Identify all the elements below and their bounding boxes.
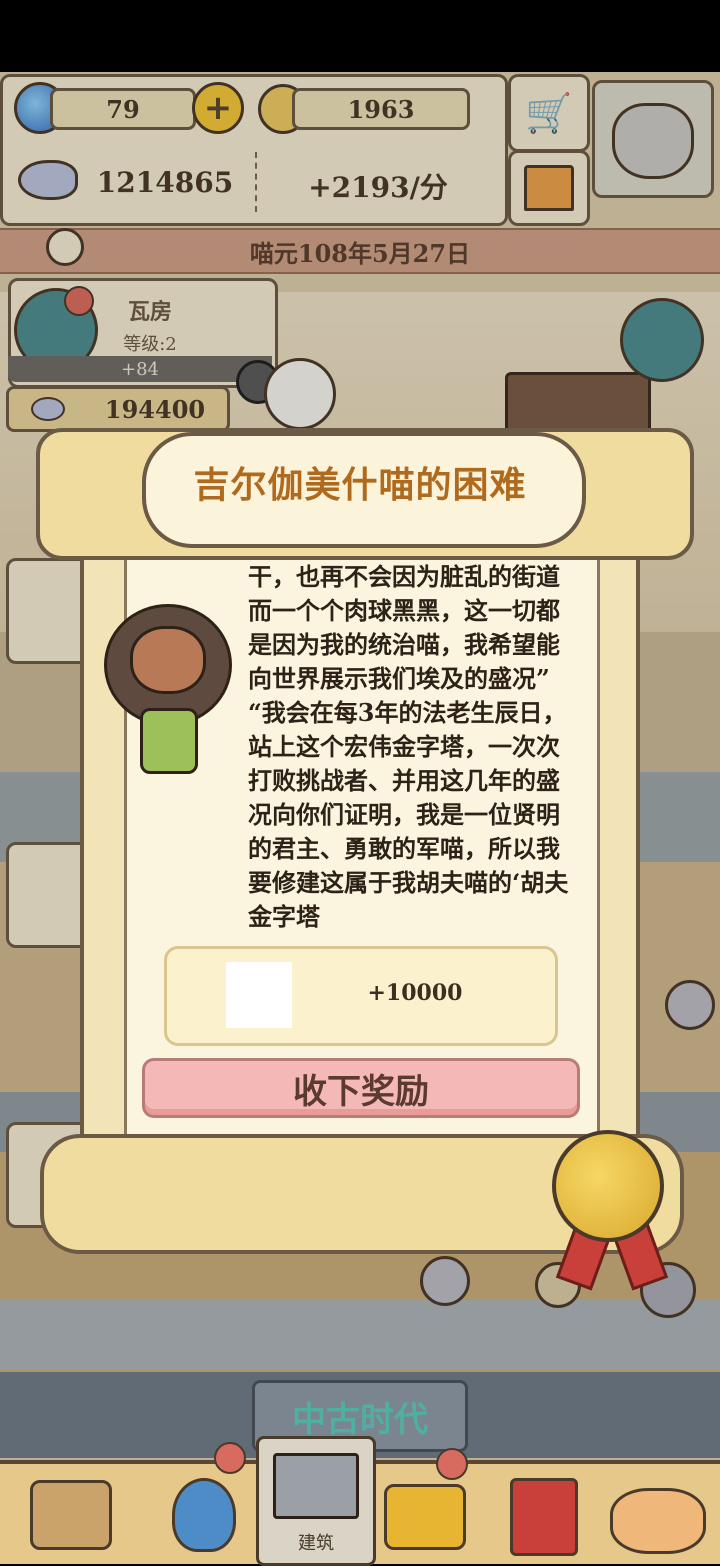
story-line: 干，也再不会因为脏乱的街道 (248, 562, 560, 591)
reward-amount: +10000 (367, 980, 463, 1006)
story-line: 要修建这属于我胡夫喵的‘胡夫 (248, 868, 569, 897)
story-line: 况向你们证明，我是一位贤明 (248, 800, 560, 829)
nav-treasure-icon[interactable] (384, 1484, 466, 1550)
paw-medal-icon (552, 1130, 664, 1242)
story-line: 金字塔 (248, 902, 320, 931)
dialog-title: 吉尔伽美什喵的困难 (193, 464, 527, 506)
story-line: 打败挑战者、并用这几年的盛 (248, 766, 560, 795)
cat-body-illustration (140, 708, 198, 774)
story-line: 的君主、勇敢的军喵，所以我 (248, 834, 560, 863)
cat-face-illustration (130, 626, 206, 694)
reward-item-icon (226, 962, 292, 1028)
nav-book-icon[interactable] (510, 1478, 578, 1556)
story-line: 向世界展示我们埃及的盛况” (248, 664, 550, 693)
nav-building-tab[interactable]: 建筑 (256, 1436, 376, 1566)
status-bar (0, 0, 720, 72)
bottom-nav: 建筑 (0, 1436, 720, 1566)
story-line: 站上这个宏伟金字塔，一次次 (248, 732, 560, 761)
temple-icon (273, 1453, 359, 1519)
story-line: “我会在每3年的法老生辰日， (248, 698, 567, 727)
story-line: 是因为我的统治喵，我希望能 (248, 630, 560, 659)
claim-reward-button[interactable]: 收下奖励 (142, 1058, 580, 1118)
nav-building-label: 建筑 (298, 1533, 334, 1554)
story-line: 而一个个肉球黑黑，这一切都 (248, 596, 560, 625)
gilgamesh-cat-portrait (104, 600, 232, 774)
nav-cats-icon[interactable] (610, 1488, 706, 1554)
game-scene: 中古时代 79 + 1963 1214865 +2193/分 🛒 喵元108年5… (0, 72, 720, 1560)
nav-cart-icon[interactable] (30, 1480, 112, 1550)
claim-reward-label: 收下奖励 (293, 1071, 429, 1112)
story-text: 干，也再不会因为脏乱的街道 而一个个肉球黑黑，这一切都 是因为我的统治喵，我希望… (248, 560, 598, 940)
nav-potion-notify-dot (214, 1442, 246, 1474)
nav-treasure-notify-dot (436, 1448, 468, 1480)
nav-potion-icon[interactable] (172, 1478, 236, 1552)
